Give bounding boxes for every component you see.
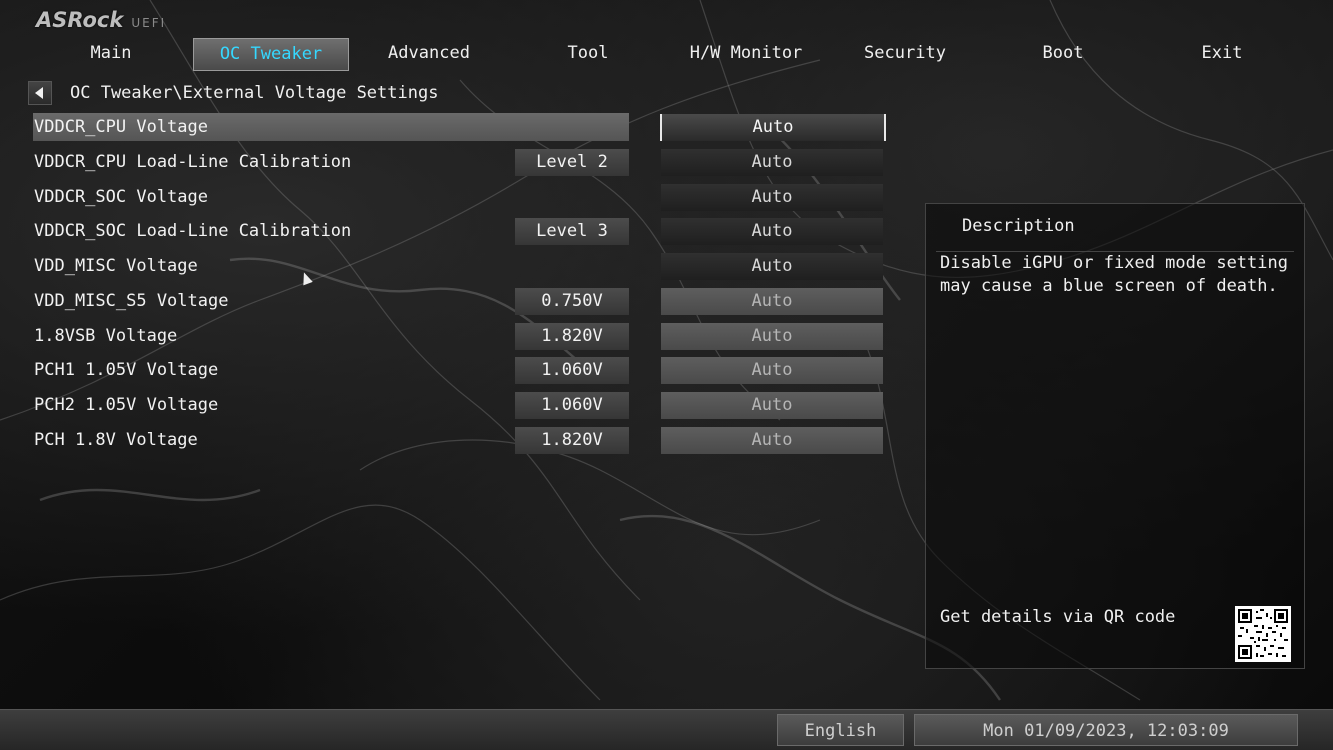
breadcrumb-path: OC Tweaker\External Voltage Settings (70, 83, 439, 103)
setting-row-vddcr-cpu-llc[interactable]: VDDCR_CPU Load-Line Calibration Level 2 … (33, 148, 885, 176)
setting-row-1-8vsb-voltage[interactable]: 1.8VSB Voltage 1.820V Auto (33, 322, 885, 350)
setting-row-vdd-misc-voltage[interactable]: VDD_MISC Voltage Auto (33, 252, 885, 280)
setting-option[interactable]: Auto (661, 184, 883, 211)
description-panel: Description Disable iGPU or fixed mode s… (925, 203, 1305, 669)
tab-security[interactable]: Security (827, 38, 983, 71)
setting-label: VDD_MISC Voltage (34, 256, 198, 276)
description-title: Description (962, 216, 1075, 236)
setting-label: 1.8VSB Voltage (34, 326, 178, 346)
description-text: Disable iGPU or fixed mode setting may c… (940, 253, 1288, 296)
tab-advanced[interactable]: Advanced (351, 38, 507, 71)
setting-label: VDDCR_SOC Load-Line Calibration (34, 221, 352, 241)
setting-current-value: 1.820V (515, 427, 629, 454)
setting-row-pch-1-8v-voltage[interactable]: PCH 1.8V Voltage 1.820V Auto (33, 426, 885, 454)
setting-row-pch1-voltage[interactable]: PCH1 1.05V Voltage 1.060V Auto (33, 356, 885, 384)
brand: ASRock UEFI (36, 8, 166, 32)
setting-current-value: 1.060V (515, 392, 629, 419)
asrock-logo: ASRock (36, 8, 124, 32)
setting-option[interactable]: Auto (661, 357, 883, 384)
breadcrumb: OC Tweaker\External Voltage Settings (28, 81, 438, 105)
setting-label: VDDCR_CPU Voltage (34, 117, 208, 137)
setting-row-vddcr-soc-voltage[interactable]: VDDCR_SOC Voltage Auto (33, 183, 885, 211)
setting-option[interactable]: Auto (661, 218, 883, 245)
qr-code-icon[interactable] (1235, 606, 1291, 662)
setting-option-selected[interactable]: Auto (660, 114, 886, 141)
setting-option[interactable]: Auto (661, 427, 883, 454)
setting-option[interactable]: Auto (661, 323, 883, 350)
uefi-label: UEFI (131, 16, 167, 30)
setting-option[interactable]: Auto (661, 288, 883, 315)
tab-oc-tweaker[interactable]: OC Tweaker (193, 38, 349, 71)
tab-tool[interactable]: Tool (510, 38, 666, 71)
setting-label: VDDCR_SOC Voltage (34, 187, 208, 207)
setting-label: VDDCR_CPU Load-Line Calibration (34, 152, 352, 172)
setting-option[interactable]: Auto (661, 392, 883, 419)
back-arrow-icon[interactable] (28, 81, 52, 105)
qr-label: Get details via QR code (940, 607, 1176, 627)
setting-option[interactable]: Auto (661, 253, 883, 280)
setting-label: PCH1 1.05V Voltage (34, 360, 219, 380)
tab-main[interactable]: Main (33, 38, 189, 71)
setting-row-pch2-voltage[interactable]: PCH2 1.05V Voltage 1.060V Auto (33, 391, 885, 419)
setting-row-vddcr-cpu-voltage[interactable]: VDDCR_CPU Voltage Auto (33, 113, 886, 141)
setting-current-value: 1.820V (515, 323, 629, 350)
tab-exit[interactable]: Exit (1144, 38, 1300, 71)
setting-label: VDD_MISC_S5 Voltage (34, 291, 229, 311)
setting-option[interactable]: Auto (661, 149, 883, 176)
tab-hw-monitor[interactable]: H/W Monitor (668, 38, 824, 71)
setting-current-value: Level 3 (515, 218, 629, 245)
setting-row-vddcr-soc-llc[interactable]: VDDCR_SOC Load-Line Calibration Level 3 … (33, 217, 885, 245)
datetime-display: Mon 01/09/2023, 12:03:09 (914, 714, 1298, 746)
footer-bar: English Mon 01/09/2023, 12:03:09 (0, 709, 1333, 750)
tab-boot[interactable]: Boot (985, 38, 1141, 71)
setting-row-vdd-misc-s5-voltage[interactable]: VDD_MISC_S5 Voltage 0.750V Auto (33, 287, 885, 315)
setting-label: PCH 1.8V Voltage (34, 430, 198, 450)
setting-current-value: 0.750V (515, 288, 629, 315)
language-button[interactable]: English (777, 714, 904, 746)
top-nav: Main OC Tweaker Advanced Tool H/W Monito… (33, 38, 1303, 71)
setting-label: PCH2 1.05V Voltage (34, 395, 219, 415)
setting-current-value: Level 2 (515, 149, 629, 176)
setting-current-value: 1.060V (515, 357, 629, 384)
